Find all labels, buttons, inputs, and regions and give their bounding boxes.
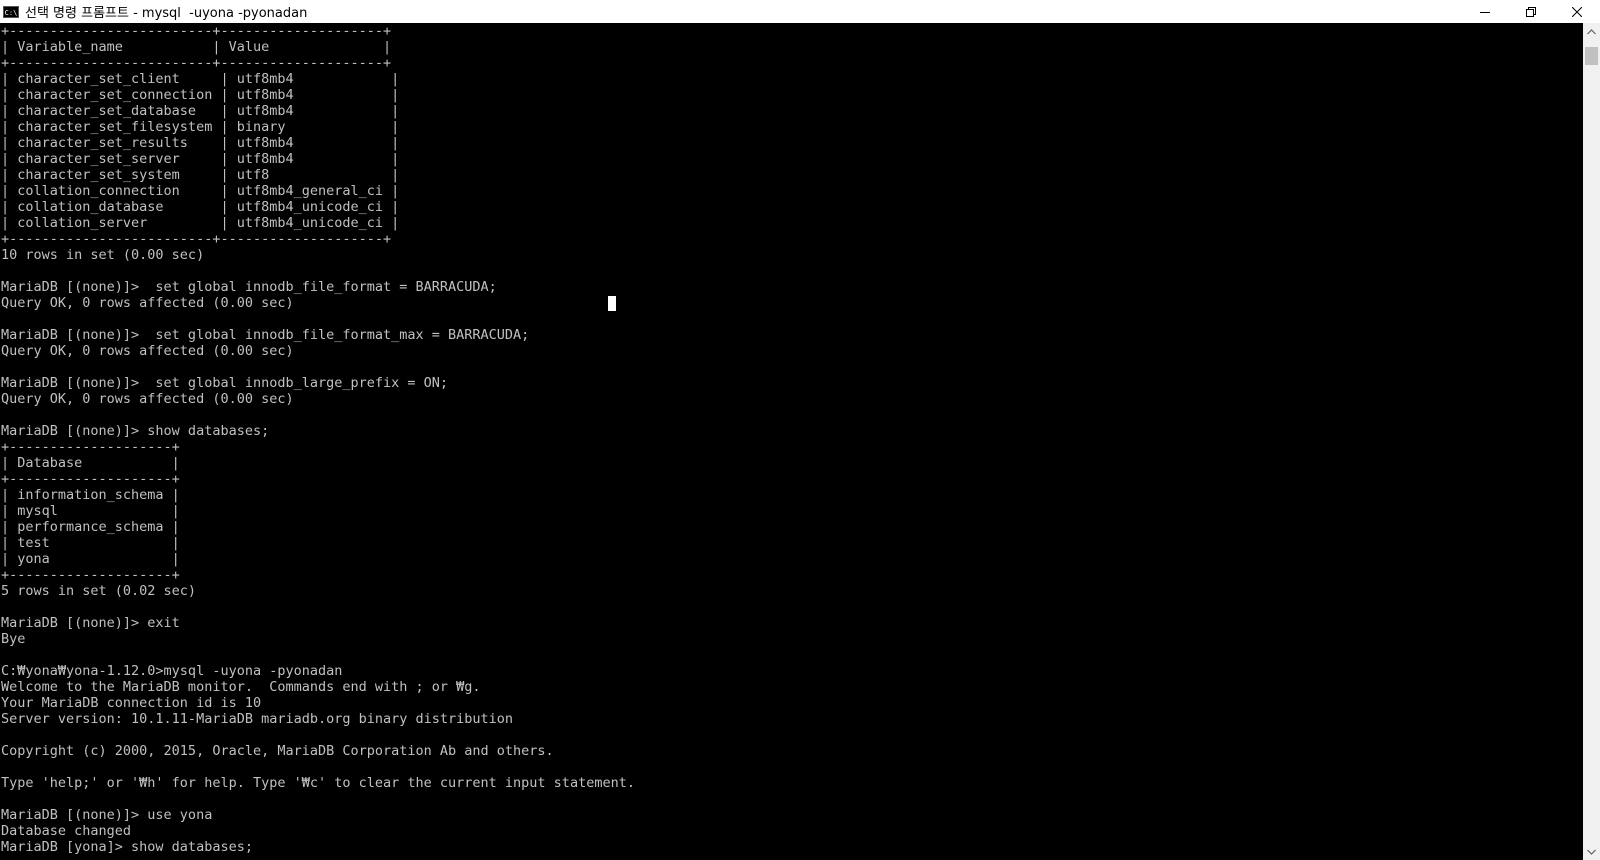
console-line: MariaDB [(none)]> exit [1,615,180,631]
text-cursor [608,296,616,311]
console-line: | character_set_client | utf8mb4 | [1,71,400,87]
scroll-up-button[interactable] [1583,23,1600,40]
close-icon [1572,6,1582,17]
console-line: MariaDB [yona]> show databases; [1,839,253,855]
console-line: Query OK, 0 rows affected (0.00 sec) [1,343,294,359]
console-line: Database changed [1,823,132,839]
console-line: Bye [1,631,26,647]
scroll-down-button[interactable] [1583,843,1600,860]
console-line: +-------------------------+-------------… [1,23,392,39]
console-output[interactable]: +-------------------------+-------------… [0,23,1583,860]
minimize-icon [1480,11,1490,13]
console-line: MariaDB [(none)]> set global innodb_file… [1,327,530,343]
console-line: MariaDB [(none)]> use yona [1,807,213,823]
console-line: | information_schema | [1,487,180,503]
console-line: Query OK, 0 rows affected (0.00 sec) [1,391,294,407]
console-line: | character_set_results | utf8mb4 | [1,135,400,151]
console-line: | character_set_database | utf8mb4 | [1,103,400,119]
console-line: +--------------------+ [1,567,180,583]
console-line: MariaDB [(none)]> set global innodb_file… [1,279,497,295]
console-line: +-------------------------+-------------… [1,55,392,71]
console-line: | mysql | [1,503,180,519]
restore-icon [1526,6,1536,17]
title-bar[interactable]: C:\ 선택 명령 프롬프트 - mysql -uyona -pyonadan [0,0,1600,23]
console-line: | yona | [1,551,180,567]
console-line: MariaDB [(none)]> set global innodb_larg… [1,375,449,391]
console-line: 10 rows in set (0.00 sec) [1,247,205,263]
console-line: +--------------------+ [1,439,180,455]
console-line: Server version: 10.1.11-MariaDB mariadb.… [1,711,514,727]
window-title: 선택 명령 프롬프트 - mysql -uyona -pyonadan [25,6,308,21]
console-window: C:\ 선택 명령 프롬프트 - mysql -uyona -pyonadan … [0,0,1600,860]
console-line: 5 rows in set (0.02 sec) [1,583,197,599]
console-line: Copyright (c) 2000, 2015, Oracle, MariaD… [1,743,554,759]
chevron-down-icon [1587,849,1596,855]
console-line: | character_set_connection | utf8mb4 | [1,87,400,103]
console-line: Query OK, 0 rows affected (0.00 sec) [1,295,294,311]
console-line: | Variable_name | Value | [1,39,392,55]
console-line: +-------------------------+-------------… [1,231,392,247]
scroll-thumb[interactable] [1585,47,1598,65]
console-text: +-------------------------+-------------… [0,23,1583,855]
console-line: | collation_server | utf8mb4_unicode_ci … [1,215,400,231]
console-line: | collation_connection | utf8mb4_general… [1,183,400,199]
console-line: | character_set_system | utf8 | [1,167,400,183]
console-line: | collation_database | utf8mb4_unicode_c… [1,199,400,215]
console-line: | Database | [1,455,180,471]
cmd-icon: C:\ [3,5,19,18]
restore-button[interactable] [1508,0,1554,23]
close-button[interactable] [1554,0,1600,23]
console-line: | performance_schema | [1,519,180,535]
console-line: MariaDB [(none)]> show databases; [1,423,270,439]
console-line: | character_set_filesystem | binary | [1,119,400,135]
console-line: Your MariaDB connection id is 10 [1,695,262,711]
console-line: Welcome to the MariaDB monitor. Commands… [1,679,481,695]
chevron-up-icon [1587,28,1596,34]
console-line: +--------------------+ [1,471,180,487]
console-line: Type 'help;' or '₩h' for help. Type '₩c'… [1,775,635,791]
vertical-scrollbar[interactable] [1583,23,1600,860]
minimize-button[interactable] [1462,0,1508,23]
console-line: | character_set_server | utf8mb4 | [1,151,400,167]
console-line: | test | [1,535,180,551]
console-line: C:₩yona₩yona-1.12.0>mysql -uyona -pyonad… [1,663,343,679]
